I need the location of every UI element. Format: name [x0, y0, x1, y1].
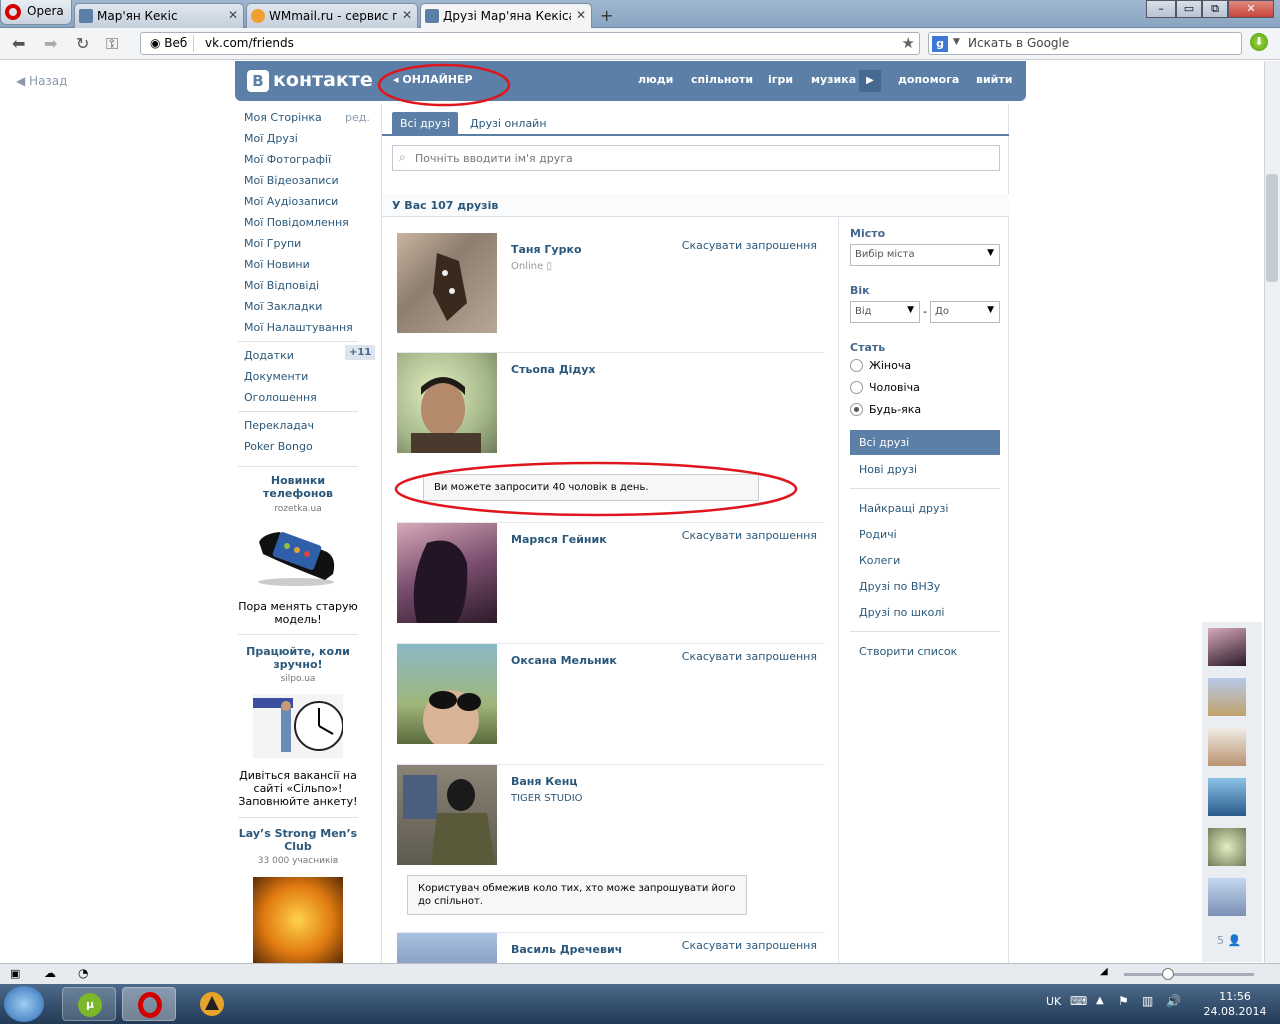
forward-arrow-icon[interactable]: ➡	[44, 34, 57, 53]
tab-close-icon[interactable]: ✕	[576, 8, 586, 22]
strip-avatar[interactable]	[1208, 828, 1246, 866]
opera-icon	[138, 992, 162, 1018]
speed-dial-icon[interactable]: ◔	[78, 966, 88, 980]
utorrent-icon: µ	[78, 993, 102, 1017]
web-badge: ◉ Веб	[144, 35, 195, 52]
url-text[interactable]: vk.com/friends	[205, 36, 294, 50]
scrollbar-thumb[interactable]	[1266, 174, 1278, 282]
google-icon: g	[932, 36, 948, 52]
tab-close-icon[interactable]: ✕	[228, 8, 238, 22]
opera-taskbar-button[interactable]	[122, 987, 176, 1021]
browser-status-bar: ▣ ☁ ◔ ◢	[0, 963, 1280, 984]
new-tab-icon[interactable]: +	[600, 6, 613, 25]
chevron-down-icon[interactable]: ▼	[953, 37, 960, 47]
cloud-icon[interactable]: ☁	[44, 966, 56, 980]
search-placeholder: Искать в Google	[968, 36, 1070, 50]
browser-tab-bar: Opera Мар'ян Кекіс ✕ WMmail.ru - сервис …	[0, 0, 1280, 28]
vk-favicon-icon	[425, 9, 439, 23]
google-search-field[interactable]: g ▼ Искать в Google	[928, 32, 1242, 55]
url-field[interactable]: ◉ Веб vk.com/friends ★	[140, 32, 920, 55]
minimize-button[interactable]: –	[1146, 0, 1176, 18]
online-friends-strip: 5 👤	[1202, 622, 1262, 962]
annotation-overlay	[377, 63, 798, 517]
utorrent-taskbar-button[interactable]: µ	[62, 987, 116, 1021]
opera-menu-button[interactable]: Opera	[0, 0, 72, 25]
tab-2[interactable]: WMmail.ru - сервис п... ✕	[246, 3, 418, 28]
view-icon[interactable]: ◢	[1100, 966, 1108, 977]
browser-address-bar: ⬅ ➡ ↻ ⚿ ◉ Веб vk.com/friends ★ g ▼ Искат…	[0, 28, 1280, 60]
close-window-button[interactable]: ✕	[1228, 0, 1274, 18]
show-hidden-icons-icon[interactable]: ▲	[1096, 995, 1104, 1006]
opera-label: Opera	[27, 4, 64, 18]
clock-date: 24.08.2014	[1203, 1005, 1267, 1018]
bookmark-star-icon[interactable]: ★	[902, 34, 915, 52]
action-center-flag-icon[interactable]: ⚑	[1118, 994, 1129, 1008]
strip-avatar[interactable]	[1208, 878, 1246, 916]
tab-close-icon[interactable]: ✕	[402, 8, 412, 22]
strip-avatar[interactable]	[1208, 628, 1246, 666]
page-content: ◀ Назад Вконтакте ◂ ОНЛАЙНЕР люди спільн…	[0, 61, 1264, 963]
volume-icon[interactable]: 🔊	[1166, 994, 1181, 1008]
web-label: Веб	[164, 36, 188, 50]
wmmail-favicon-icon	[251, 9, 265, 23]
strip-avatar[interactable]	[1208, 778, 1246, 816]
key-icon[interactable]: ⚿	[106, 34, 118, 54]
language-indicator[interactable]: UK	[1046, 995, 1061, 1008]
tab-label: WMmail.ru - сервис п...	[269, 9, 397, 23]
start-button[interactable]	[4, 986, 44, 1022]
tab-3-active[interactable]: Друзі Мар'яна Кекіса |... ✕	[420, 3, 592, 28]
network-icon[interactable]: ▥	[1142, 994, 1153, 1008]
strip-count[interactable]: 5 👤	[1217, 934, 1241, 947]
system-clock[interactable]: 11:56 24.08.2014	[1200, 989, 1270, 1019]
keyboard-icon[interactable]: ⌨	[1070, 994, 1087, 1008]
windows-taskbar: µ UK ⌨ ▲ ⚑ ▥ 🔊 11:56 24.08.2014	[0, 984, 1280, 1024]
vk-favicon-icon	[79, 9, 93, 23]
reload-icon[interactable]: ↻	[76, 34, 89, 53]
tab-1[interactable]: Мар'ян Кекіс ✕	[74, 3, 244, 28]
zoom-slider-handle[interactable]	[1162, 968, 1174, 980]
annotation-circle-onliner	[377, 63, 511, 107]
restore-button[interactable]: ▭	[1176, 0, 1202, 18]
opera-logo-icon	[5, 4, 21, 20]
strip-avatar[interactable]	[1208, 728, 1246, 766]
download-icon[interactable]: ⬇	[1250, 33, 1268, 51]
globe-icon: ◉	[150, 36, 165, 50]
panel-toggle-icon[interactable]: ▣	[10, 967, 20, 980]
back-arrow-icon[interactable]: ⬅	[12, 34, 25, 53]
clock-time: 11:56	[1219, 990, 1251, 1003]
strip-avatar[interactable]	[1208, 678, 1246, 716]
strip-count-value: 5	[1217, 934, 1224, 947]
tab-label: Мар'ян Кекіс	[97, 9, 178, 23]
annotation-circle-limit	[394, 461, 798, 517]
person-icon: 👤	[1224, 934, 1242, 947]
tab-label: Друзі Мар'яна Кекіса |...	[443, 9, 571, 23]
zoom-slider[interactable]	[1124, 973, 1254, 976]
restore2-button[interactable]: ⧉	[1202, 0, 1228, 18]
aimp-icon[interactable]	[198, 990, 226, 1018]
